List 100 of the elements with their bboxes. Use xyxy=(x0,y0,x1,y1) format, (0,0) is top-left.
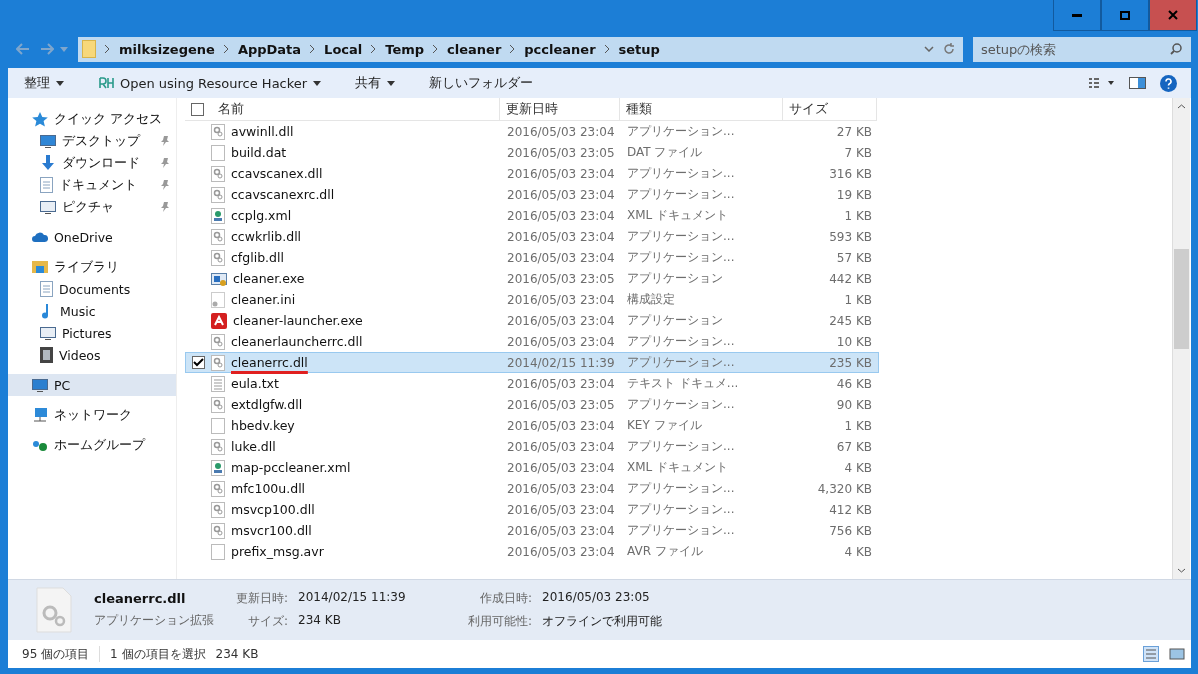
nav-item[interactable]: ホームグループ xyxy=(8,434,176,456)
file-size: 19 KB xyxy=(835,186,873,204)
modified-date: 2016/05/03 23:04 xyxy=(506,438,616,456)
address-bar[interactable]: milksizegene AppData Local Temp cleaner pccleaner setup xyxy=(78,36,963,62)
new-folder-button[interactable]: 新しいフォルダー xyxy=(425,72,538,94)
file-row[interactable]: ccwkrlib.dll 2016/05/03 23:04 アプリケーション... 593 KB xyxy=(185,226,879,247)
modified-date: 2014/02/15 11:39 xyxy=(506,354,616,372)
file-name: cleanerlauncherrc.dll xyxy=(231,334,363,349)
gear-file-icon xyxy=(211,186,225,203)
checkbox[interactable] xyxy=(192,356,205,369)
gear-file-icon xyxy=(211,501,225,518)
file-name: ccwkrlib.dll xyxy=(231,229,302,244)
help-icon[interactable] xyxy=(1160,74,1177,92)
file-size: 593 KB xyxy=(828,228,873,246)
nav-item[interactable]: ダウンロード xyxy=(8,152,176,174)
modified-date: 2016/05/03 23:04 xyxy=(506,312,616,330)
nav-item[interactable]: Music xyxy=(8,300,176,322)
file-type: アプリケーション xyxy=(626,270,724,287)
nav-item[interactable]: Videos xyxy=(8,344,176,366)
scroll-up-icon[interactable] xyxy=(1177,104,1186,109)
gear-file-icon xyxy=(36,587,72,633)
select-all-checkbox[interactable] xyxy=(191,102,204,116)
gear-file-icon xyxy=(211,396,225,413)
file-row[interactable]: msvcp100.dll 2016/05/03 23:04 アプリケーション... 412 KB xyxy=(185,499,879,520)
file-row[interactable]: extdlgfw.dll 2016/05/03 23:05 アプリケーション... 90 KB xyxy=(185,394,879,415)
breadcrumb[interactable]: milksizegene xyxy=(119,41,215,57)
file-row[interactable]: ccavscanexrc.dll 2016/05/03 23:04 アプリケーション... 19 KB xyxy=(185,184,879,205)
file-row[interactable]: luke.dll 2016/05/03 23:04 アプリケーション... 67 KB xyxy=(185,436,879,457)
breadcrumb[interactable]: Temp xyxy=(385,41,425,57)
minimize-icon xyxy=(1072,13,1082,17)
view-options-icon[interactable] xyxy=(1089,78,1115,88)
chevron-icon xyxy=(604,45,610,53)
caret-icon[interactable] xyxy=(924,46,934,52)
file-row[interactable]: cleanerrc.dll 2014/02/15 11:39 アプリケーション... 235 KB xyxy=(185,352,879,373)
preview-pane-icon[interactable] xyxy=(1129,77,1146,89)
file-size: 67 KB xyxy=(835,438,873,456)
nav-item[interactable]: ピクチャ xyxy=(8,196,176,218)
scroll-down-icon[interactable] xyxy=(1177,568,1186,573)
file-row[interactable]: build.dat 2016/05/03 23:05 DAT ファイル 7 KB xyxy=(185,142,879,163)
breadcrumb[interactable]: AppData xyxy=(237,41,302,57)
nav-item[interactable]: PC xyxy=(8,374,176,396)
column-header[interactable]: サイズ xyxy=(783,98,877,121)
toolbar-menu-button[interactable]: 整理 xyxy=(20,72,68,94)
file-name: prefix_msg.avr xyxy=(231,544,324,559)
nav-item[interactable]: Pictures xyxy=(8,322,176,344)
scrollbar-thumb[interactable] xyxy=(1174,248,1189,349)
file-row[interactable]: ccavscanex.dll 2016/05/03 23:04 アプリケーション... 316 KB xyxy=(185,163,879,184)
file-row[interactable]: cfglib.dll 2016/05/03 23:04 アプリケーション... 57 KB xyxy=(185,247,879,268)
nav-item[interactable]: ドキュメント xyxy=(8,174,176,196)
nav-item[interactable]: デスクトップ xyxy=(8,130,176,152)
breadcrumb[interactable]: Local xyxy=(324,41,363,57)
file-row[interactable]: eula.txt 2016/05/03 23:04 テキスト ドキュメ... 46 KB xyxy=(185,373,879,394)
gear-file-icon xyxy=(211,522,225,539)
breadcrumb[interactable]: cleaner xyxy=(447,41,502,57)
nav-item[interactable]: クイック アクセス xyxy=(8,108,176,130)
breadcrumb[interactable]: setup xyxy=(618,41,660,57)
breadcrumb[interactable]: pccleaner xyxy=(524,41,596,57)
chevron-icon xyxy=(433,45,439,53)
column-header[interactable]: 更新日時 xyxy=(500,98,620,121)
modified-date: 2016/05/03 23:04 xyxy=(506,375,616,393)
file-row[interactable]: msvcr100.dll 2016/05/03 23:04 アプリケーション... 756 KB xyxy=(185,520,879,541)
file-size: 57 KB xyxy=(835,249,873,267)
file-type: アプリケーション... xyxy=(626,480,736,497)
library-folder-icon xyxy=(32,260,48,274)
toolbar-app-button[interactable]: Open using Resource Hacker xyxy=(94,73,326,93)
vertical-scrollbar[interactable] xyxy=(1172,98,1190,579)
film-icon xyxy=(40,347,53,363)
file-row[interactable]: avwinll.dll 2016/05/03 23:04 アプリケーション... 27 KB xyxy=(185,121,879,142)
column-header[interactable]: 種類 xyxy=(620,98,783,121)
file-row[interactable]: cleaner-launcher.exe 2016/05/03 23:04 アプリケーション 245 KB xyxy=(185,310,879,331)
gear-file-icon xyxy=(211,354,225,371)
close-button[interactable] xyxy=(1149,0,1197,31)
nav-item[interactable]: Documents xyxy=(8,278,176,300)
modified-date: 2016/05/03 23:04 xyxy=(506,228,616,246)
gear-file-icon xyxy=(211,228,225,245)
nav-item[interactable]: OneDrive xyxy=(8,226,176,248)
file-row[interactable]: ccplg.xml 2016/05/03 23:04 XML ドキュメント 1 KB xyxy=(185,205,879,226)
gear-file-icon xyxy=(211,123,225,140)
search-icon[interactable] xyxy=(1170,42,1182,55)
gear-file-icon xyxy=(211,438,225,455)
file-row[interactable]: map-pccleaner.xml 2016/05/03 23:04 XML ドキュメント 4 KB xyxy=(185,457,879,478)
maximize-button[interactable] xyxy=(1101,0,1149,31)
toolbar-menu-button[interactable]: 共有 xyxy=(351,72,400,94)
file-row[interactable]: mfc100u.dll 2016/05/03 23:04 アプリケーション... 4,320 KB xyxy=(185,478,879,499)
nav-item[interactable]: ネットワーク xyxy=(8,404,176,426)
file-row[interactable]: cleaner.ini 2016/05/03 23:04 構成設定 1 KB xyxy=(185,289,879,310)
app-logo-icon xyxy=(211,312,227,329)
file-row[interactable]: cleaner.exe 2016/05/03 23:05 アプリケーション 442 KB xyxy=(185,268,879,289)
search-field[interactable]: setupの検索 xyxy=(973,36,1191,62)
file-row[interactable]: prefix_msg.avr 2016/05/03 23:04 AVR ファイル 4 KB xyxy=(185,541,879,562)
large-icons-view-icon[interactable] xyxy=(1169,646,1185,662)
column-header[interactable]: 名前 xyxy=(185,98,500,121)
property-value: オフラインで利用可能 xyxy=(542,613,663,630)
modified-date: 2016/05/03 23:05 xyxy=(506,396,616,414)
file-row[interactable]: hbedv.key 2016/05/03 23:04 KEY ファイル 1 KB xyxy=(185,415,879,436)
refresh-icon[interactable] xyxy=(943,43,955,55)
file-row[interactable]: cleanerlauncherrc.dll 2016/05/03 23:04 アプリケーション... 10 KB xyxy=(185,331,879,352)
file-size: 10 KB xyxy=(835,333,873,351)
file-type: アプリケーション... xyxy=(626,354,736,371)
nav-item[interactable]: ライブラリ xyxy=(8,256,176,278)
